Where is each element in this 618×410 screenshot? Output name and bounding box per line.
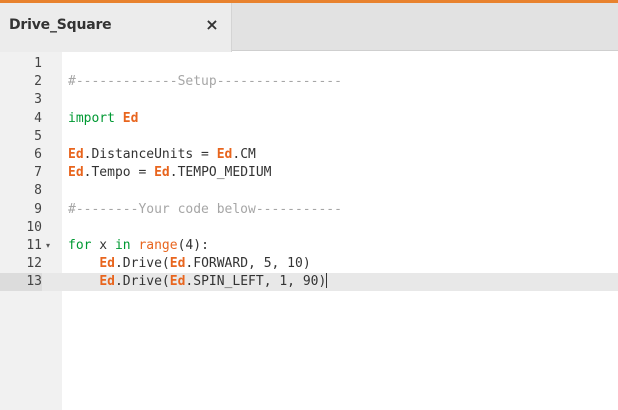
line-number: 1 (34, 56, 42, 71)
code-token: x (91, 238, 115, 253)
code-line[interactable]: 10 (0, 219, 618, 237)
code-text: #-------------Setup---------------- (68, 73, 342, 91)
code-line[interactable]: 2 #-------------Setup---------------- (0, 73, 618, 91)
code-token: range (138, 238, 178, 253)
code-token: Ed (68, 165, 84, 181)
code-line[interactable]: 8 (0, 182, 618, 200)
code-token: Ed (169, 256, 186, 272)
code-token: Ed (169, 274, 186, 290)
code-text: Ed.Drive(Ed.SPIN_LEFT, 1, 90) (68, 273, 328, 291)
code-line[interactable]: 4 import Ed (0, 110, 618, 128)
code-token: Ed (68, 147, 84, 162)
code-text: Ed.DistanceUnits = Ed.CM (68, 146, 256, 164)
code-token: Ed (99, 256, 115, 272)
tab-bar: Drive_Square × (0, 3, 618, 52)
code-line[interactable]: 3 (0, 91, 618, 109)
code-line[interactable]: 1 (0, 55, 618, 73)
line-number: 2 (34, 74, 42, 90)
fold-arrow-icon[interactable]: ▾ (43, 237, 53, 255)
line-number: 3 (34, 92, 42, 108)
line-number: 10 (26, 219, 42, 235)
code-token: .TEMPO_MEDIUM (169, 165, 272, 181)
tab-drive-square[interactable]: Drive_Square × (0, 3, 232, 52)
code-token: .Drive( (114, 274, 170, 290)
line-number: 4 (34, 110, 42, 126)
code-token: .Tempo = (83, 165, 155, 181)
code-text: #--------Your code below----------- (68, 201, 342, 219)
code-text: Ed.Tempo = Ed.TEMPO_MEDIUM (68, 164, 272, 182)
code-line[interactable]: 6 Ed.DistanceUnits = Ed.CM (0, 146, 618, 164)
code-line[interactable]: 11 ▾ for x in range(4): (0, 237, 618, 255)
code-line[interactable]: 9 #--------Your code below----------- (0, 201, 618, 219)
code-token: #--------Your code below----------- (68, 201, 342, 217)
code-token: #-------------Setup---------------- (68, 74, 342, 90)
text-cursor (326, 273, 328, 289)
code-token: for (68, 238, 92, 253)
code-line[interactable]: 7 Ed.Tempo = Ed.TEMPO_MEDIUM (0, 164, 618, 182)
line-number: 8 (34, 183, 42, 199)
code-text: Ed.Drive(Ed.FORWARD, 5, 10) (68, 255, 311, 273)
code-line[interactable]: 12 Ed.Drive(Ed.FORWARD, 5, 10) (0, 255, 618, 273)
code-editor[interactable]: 1 2 #-------------Setup---------------- 3 4 i… (0, 52, 618, 410)
code-text: for x in range(4): (68, 237, 209, 255)
line-number: 5 (34, 128, 42, 144)
code-token: .SPIN_LEFT, 1, 90) (185, 274, 327, 290)
code-token: (4): (177, 238, 209, 253)
line-number: 6 (34, 147, 42, 162)
code-token: Ed (122, 110, 139, 126)
tab-title: Drive_Square (9, 17, 112, 33)
code-text: import Ed (68, 110, 138, 128)
code-token: in (114, 238, 131, 253)
line-number: 7 (34, 165, 42, 181)
code-token: Ed (216, 147, 233, 162)
line-number: 12 (26, 256, 42, 272)
code-token: import (68, 110, 123, 126)
code-token: .Drive( (114, 256, 170, 272)
code-token: .CM (232, 147, 256, 162)
code-token: .FORWARD, 5, 10) (185, 256, 311, 272)
line-number: 11 (26, 238, 42, 253)
code-token: Ed (99, 274, 115, 290)
code-line[interactable]: 13 Ed.Drive(Ed.SPIN_LEFT, 1, 90) (0, 273, 618, 292)
line-number: 9 (34, 201, 42, 217)
code-line[interactable]: 5 (0, 128, 618, 146)
line-number: 13 (0, 273, 42, 292)
code-token: Ed (154, 165, 170, 181)
close-icon[interactable]: × (203, 15, 221, 35)
code-token: .DistanceUnits = (83, 147, 217, 162)
